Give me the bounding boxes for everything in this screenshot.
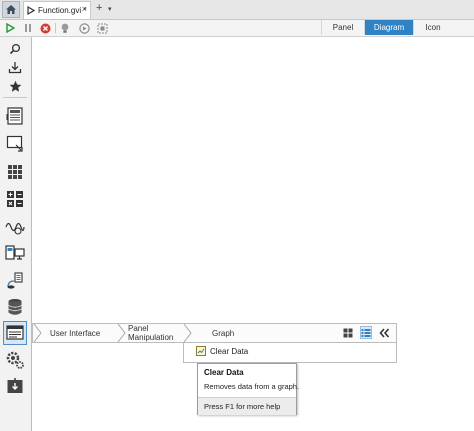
tooltip-help-footer: Press F1 for more help	[198, 397, 296, 415]
clean-up-diagram-button[interactable]	[96, 22, 108, 34]
tab-icon[interactable]: Icon	[413, 20, 452, 35]
step-icon	[78, 22, 90, 34]
highlight-execution-button[interactable]	[59, 22, 71, 34]
palette-settings-button[interactable]	[3, 348, 27, 372]
icon-view-button[interactable]	[342, 326, 354, 339]
home-icon	[6, 5, 16, 14]
list-view-button[interactable]	[360, 326, 372, 339]
array-icon	[8, 165, 22, 179]
file-io-icon	[8, 299, 22, 315]
tooltip-description: Removes data from a graph.	[204, 382, 300, 391]
clear-data-tooltip: Clear Data Removes data from a graph. Pr…	[197, 363, 300, 415]
grid-view-icon	[343, 328, 353, 337]
palette-contents-panel: Clear Data	[183, 343, 397, 363]
user-interface-icon	[6, 325, 24, 340]
palette-data-communication-button[interactable]	[3, 269, 27, 293]
palette-user-interface-button[interactable]	[3, 321, 27, 345]
list-view-icon	[361, 328, 371, 337]
application-control-icon	[7, 378, 23, 393]
palette-favorites-button[interactable]	[3, 78, 27, 94]
abort-icon	[40, 23, 50, 33]
pause-icon	[25, 24, 31, 32]
breadcrumb-panel-manipulation[interactable]: Panel Manipulation	[128, 324, 176, 342]
palette-node-clear-data[interactable]: Clear Data	[196, 346, 248, 356]
add-tab-button[interactable]: +	[96, 2, 102, 14]
diagram-toolbar: Panel Diagram Icon	[0, 20, 474, 37]
palette-hardware-button[interactable]	[3, 242, 27, 266]
palette-application-control-button[interactable]	[3, 374, 27, 398]
favorites-star-icon	[9, 80, 21, 92]
run-button[interactable]	[4, 22, 16, 34]
document-tab-bar: Function.gvi * × + ▾	[0, 0, 474, 20]
comparison-icon	[7, 191, 23, 207]
tab-diagram[interactable]: Diagram	[364, 20, 413, 35]
step-button[interactable]	[78, 22, 90, 34]
palette-sidebar	[0, 37, 32, 431]
signal-icon	[5, 222, 25, 235]
palette-comparison-button[interactable]	[3, 187, 27, 211]
boolean-icon	[6, 135, 23, 152]
breadcrumb-separator-icon	[117, 324, 126, 342]
palette-breadcrumb-bar: User Interface Panel Manipulation Graph	[32, 323, 397, 343]
document-tab-function[interactable]: Function.gvi * ×	[23, 1, 91, 19]
vi-file-icon	[27, 6, 35, 15]
tab-list-menu-button[interactable]: ▾	[108, 5, 112, 13]
lightbulb-icon	[61, 23, 69, 33]
palette-array-button[interactable]	[3, 160, 27, 184]
breadcrumb-separator-icon	[183, 324, 192, 342]
document-tab-title: Function.gvi *	[38, 6, 87, 15]
palette-signal-button[interactable]	[3, 215, 27, 239]
home-button[interactable]	[2, 1, 20, 18]
pause-button[interactable]	[22, 22, 34, 34]
close-tab-icon[interactable]: ×	[82, 4, 87, 14]
collapse-palette-button[interactable]	[378, 326, 390, 339]
data-communication-icon	[7, 272, 23, 289]
tooltip-help-text: Press F1 for more help	[204, 402, 281, 411]
view-switcher: Panel Diagram Icon	[321, 20, 452, 36]
abort-button[interactable]	[39, 22, 51, 34]
toolbar-separator	[55, 23, 56, 33]
breadcrumb-user-interface[interactable]: User Interface	[50, 324, 100, 342]
palette-file-io-button[interactable]	[3, 295, 27, 319]
palette-import-button[interactable]	[3, 59, 27, 75]
run-icon	[6, 23, 15, 33]
palette-numeric-button[interactable]	[3, 104, 27, 128]
search-icon	[9, 43, 21, 55]
palette-boolean-button[interactable]	[3, 132, 27, 156]
palette-separator	[3, 97, 27, 98]
clean-up-icon	[97, 23, 107, 33]
palette-search-button[interactable]	[3, 41, 27, 57]
tooltip-title: Clear Data	[204, 368, 244, 377]
breadcrumb-graph[interactable]: Graph	[212, 324, 234, 342]
gear-settings-icon	[6, 351, 24, 369]
tab-panel[interactable]: Panel	[321, 20, 364, 35]
clear-data-icon	[196, 346, 206, 356]
double-chevron-left-icon	[378, 327, 389, 338]
numeric-icon	[6, 107, 23, 125]
import-icon	[8, 61, 22, 73]
palette-view-tools	[342, 326, 390, 339]
palette-node-label: Clear Data	[210, 346, 249, 356]
breadcrumb-separator-icon	[33, 324, 42, 342]
hardware-icon	[5, 245, 25, 260]
